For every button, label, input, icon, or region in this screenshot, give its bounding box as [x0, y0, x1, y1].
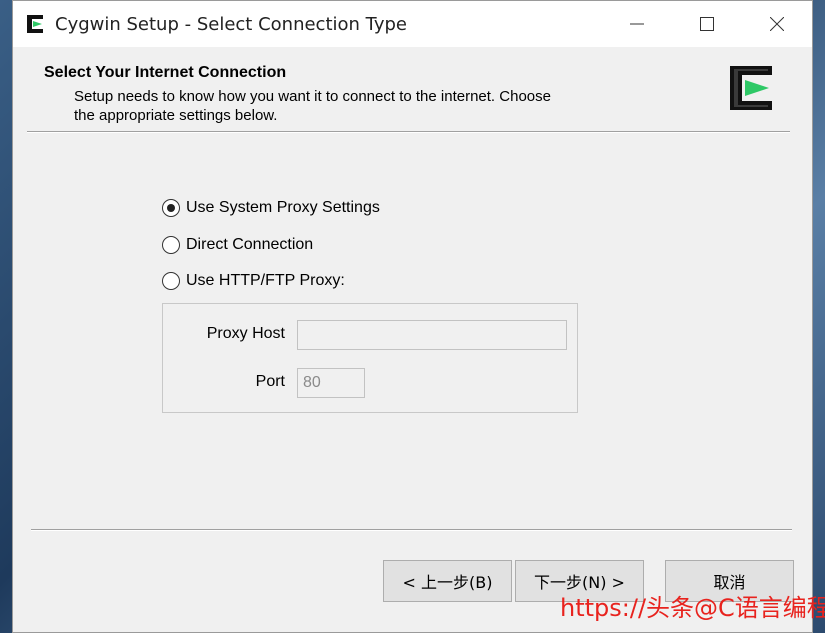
radio-button-checked[interactable] [162, 199, 180, 217]
watermark-text: https://头条@C语言编程 [560, 594, 825, 622]
header-divider [27, 131, 790, 133]
close-button[interactable] [754, 1, 800, 47]
cygwin-logo-icon [25, 13, 47, 35]
minimize-button[interactable] [614, 1, 660, 47]
cygwin-logo-icon [730, 66, 772, 110]
radio-direct-connection[interactable]: Direct Connection [162, 236, 313, 254]
back-button[interactable]: < 上一步(B) [383, 560, 512, 602]
footer-divider [31, 529, 792, 531]
radio-button[interactable] [162, 272, 180, 290]
radio-http-ftp-proxy-label: Use HTTP/FTP Proxy: [186, 272, 345, 289]
proxy-port-input[interactable]: 80 [297, 368, 365, 398]
radio-button[interactable] [162, 236, 180, 254]
maximize-icon [700, 17, 714, 31]
page-title: Select Your Internet Connection [44, 64, 287, 81]
setup-window: Cygwin Setup - Select Connection Type Se… [12, 0, 813, 633]
window-title: Cygwin Setup - Select Connection Type [55, 13, 407, 35]
page-header: Select Your Internet Connection Setup ne… [13, 47, 812, 131]
proxy-port-label: Port [255, 373, 285, 390]
page-subtitle-line2: the appropriate settings below. [74, 107, 278, 124]
radio-system-proxy-label: Use System Proxy Settings [186, 199, 380, 216]
proxy-host-input[interactable] [297, 320, 567, 350]
radio-direct-connection-label: Direct Connection [186, 236, 314, 253]
close-icon [770, 17, 784, 31]
proxy-settings-group: Proxy Host Port 80 [162, 303, 578, 413]
title-bar[interactable]: Cygwin Setup - Select Connection Type [13, 1, 812, 47]
maximize-button[interactable] [684, 1, 730, 47]
radio-system-proxy[interactable]: Use System Proxy Settings [162, 199, 380, 217]
minimize-icon [630, 23, 644, 25]
radio-http-ftp-proxy[interactable]: Use HTTP/FTP Proxy: [162, 272, 345, 290]
page-subtitle-line1: Setup needs to know how you want it to c… [74, 88, 551, 105]
proxy-host-label: Proxy Host [206, 325, 285, 342]
